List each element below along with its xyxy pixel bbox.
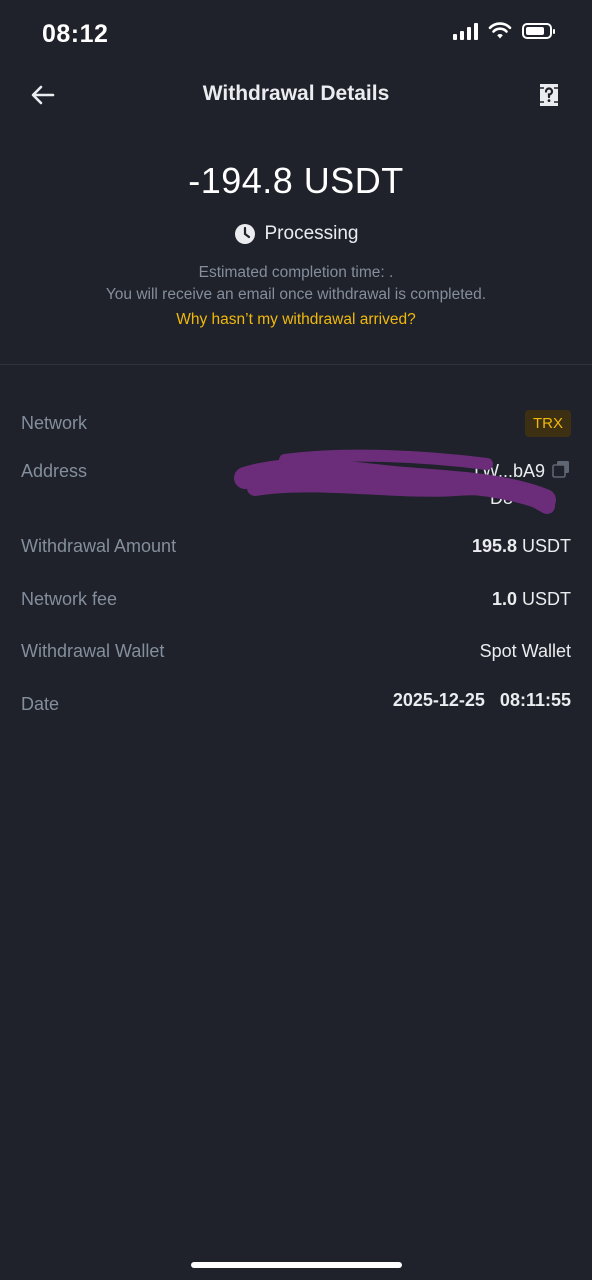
network-fee-unit: USDT bbox=[522, 589, 571, 609]
copy-icon[interactable] bbox=[552, 460, 570, 478]
network-fee-value: 1.0 USDT bbox=[492, 589, 571, 610]
home-indicator[interactable] bbox=[191, 1262, 402, 1268]
withdrawal-amount-number: 195.8 bbox=[471, 536, 517, 556]
withdrawal-wallet-value: Spot Wallet bbox=[479, 641, 571, 661]
date-value: 2025-12-25 08:11:55 bbox=[392, 690, 571, 710]
page-title: Withdrawal Details bbox=[202, 82, 390, 105]
status-time: 08:12 bbox=[42, 20, 109, 48]
network-label: Network bbox=[21, 413, 88, 433]
withdrawal-amount-total: -194.8 USDT bbox=[188, 160, 404, 201]
network-badge: TRX bbox=[525, 410, 571, 437]
status-row: Processing bbox=[0, 223, 592, 245]
address-value: TW...bA9 D8 bbox=[225, 448, 575, 520]
withdrawal-amount-label: Withdrawal Amount bbox=[21, 536, 177, 556]
network-fee-number: 1.0 bbox=[491, 589, 517, 609]
estimated-completion-time: Estimated completion time: . bbox=[198, 264, 394, 281]
address-label: Address bbox=[21, 461, 88, 481]
help-button[interactable] bbox=[534, 80, 564, 110]
date-label: Date bbox=[21, 694, 60, 714]
wifi-icon bbox=[488, 22, 512, 39]
help-document-icon bbox=[540, 84, 558, 106]
withdrawal-amount-value: 195.8 USDT bbox=[472, 536, 571, 557]
withdrawal-wallet-label: Withdrawal Wallet bbox=[21, 641, 165, 661]
nav-bar: Withdrawal Details bbox=[0, 68, 592, 124]
email-notice: You will receive an email once withdrawa… bbox=[105, 286, 487, 303]
divider bbox=[0, 364, 592, 365]
redaction-scribble bbox=[234, 449, 556, 514]
status-bar: 08:12 bbox=[0, 0, 592, 70]
battery-icon bbox=[522, 23, 555, 39]
status-icons bbox=[453, 22, 555, 40]
withdrawal-amount-unit: USDT bbox=[522, 536, 571, 556]
network-fee-label: Network fee bbox=[21, 589, 118, 609]
status-label: Processing bbox=[264, 223, 359, 244]
why-not-arrived-link[interactable]: Why hasn’t my withdrawal arrived? bbox=[0, 311, 592, 329]
clock-icon bbox=[234, 224, 255, 244]
cellular-signal-icon bbox=[453, 22, 478, 40]
